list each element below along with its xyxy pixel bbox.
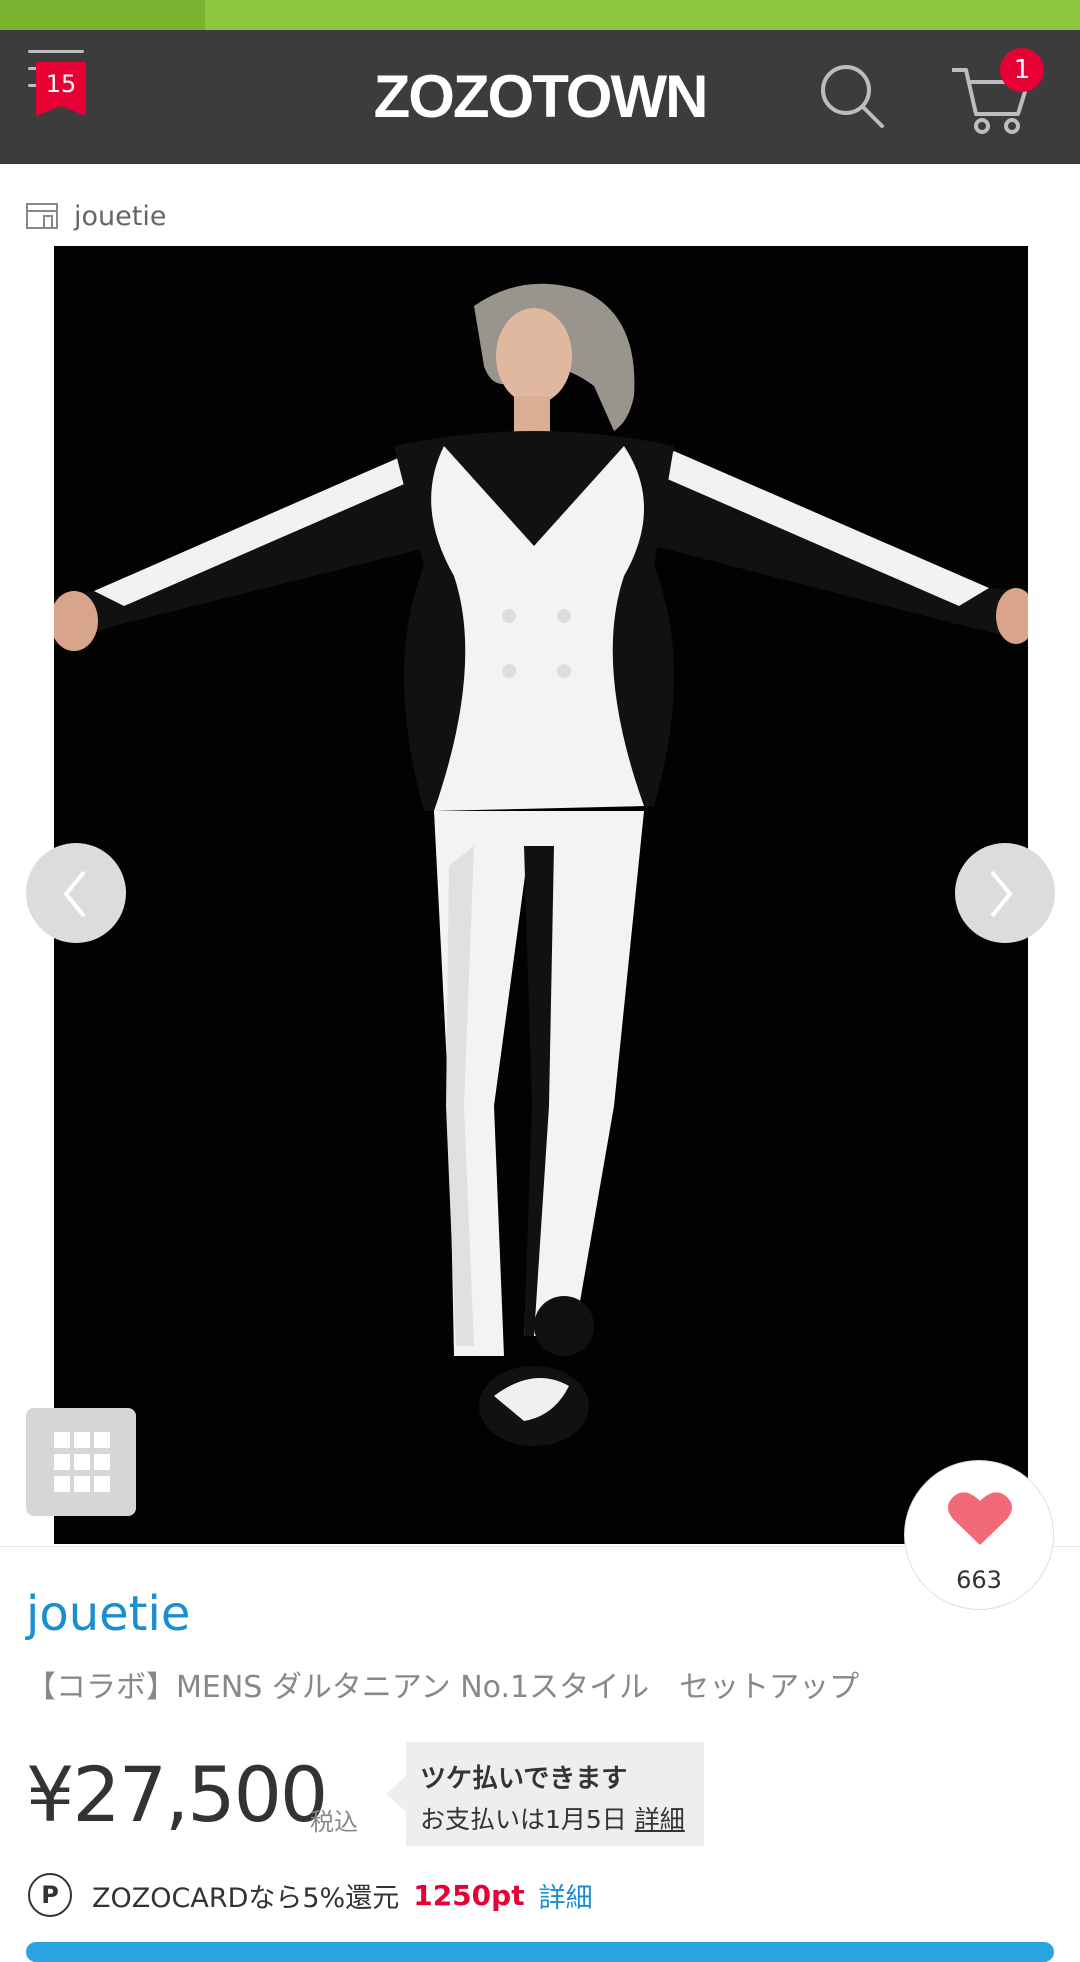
- search-button[interactable]: [818, 62, 888, 132]
- deferred-payment-note: お支払いは1月5日 詳細: [420, 1800, 685, 1836]
- app-header: [0, 30, 1080, 164]
- points-text: ZOZOCARDなら5%還元: [92, 1882, 400, 1914]
- points-value: 1250pt: [413, 1878, 525, 1912]
- add-to-cart-bar[interactable]: [26, 1942, 1054, 1962]
- points-icon: P: [28, 1873, 72, 1917]
- shop-name: jouetie: [74, 200, 167, 232]
- brand-link[interactable]: jouetie: [26, 1586, 190, 1642]
- menu-badge-count: 15: [45, 70, 77, 98]
- shop-icon: [26, 203, 58, 229]
- shop-link[interactable]: jouetie: [26, 192, 166, 240]
- product-name: 【コラボ】MENS ダルタニアン No.1スタイル セットアップ: [26, 1670, 860, 1705]
- deferred-payment-date: お支払いは1月5日: [420, 1805, 635, 1834]
- cart-badge: 1: [1000, 48, 1044, 92]
- menu-badge: 15: [36, 62, 86, 116]
- heart-icon: [948, 1492, 1012, 1545]
- points-row: P ZOZOCARDなら5%還元 1250pt 詳細: [28, 1870, 593, 1920]
- tax-label: 税込: [310, 1808, 358, 1836]
- search-icon: [821, 65, 884, 128]
- product-image[interactable]: [54, 246, 1028, 1544]
- payment-detail-link[interactable]: 詳細: [635, 1805, 685, 1834]
- menu-line: [28, 50, 84, 53]
- promo-banner-left: [0, 0, 205, 30]
- points-detail-link[interactable]: 詳細: [539, 1876, 593, 1915]
- grid-icon: [54, 1432, 110, 1492]
- chevron-left-icon: [63, 870, 86, 918]
- favorite-count: 663: [956, 1566, 1002, 1594]
- product-photo: [54, 246, 1028, 1544]
- price: ¥27,500: [26, 1750, 328, 1839]
- deferred-payment-title: ツケ払いできます: [420, 1764, 628, 1794]
- promo-banner-strip[interactable]: [0, 0, 1080, 30]
- chevron-right-icon: [990, 870, 1013, 918]
- payment-callout-pointer: [386, 1776, 406, 1812]
